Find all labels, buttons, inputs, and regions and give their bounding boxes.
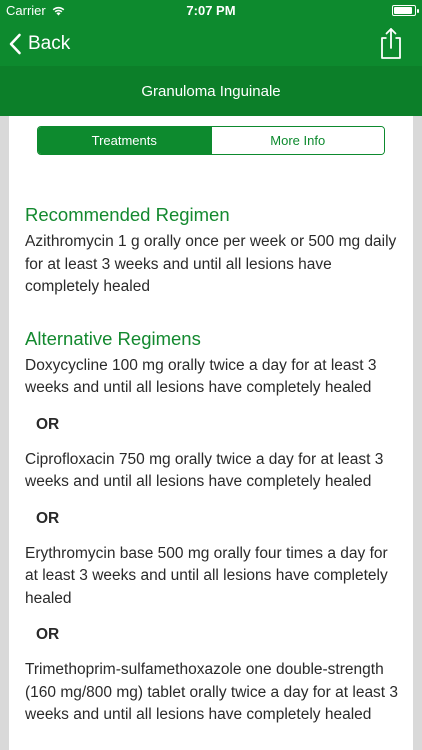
- share-button[interactable]: [376, 26, 406, 62]
- tab-treatments[interactable]: Treatments: [38, 127, 211, 154]
- right-gutter: [413, 116, 422, 750]
- treatment-text: Recommended Regimen Azithromycin 1 g ora…: [25, 204, 403, 727]
- battery-level: [394, 7, 412, 14]
- or-separator: OR: [36, 626, 60, 643]
- share-icon: [381, 28, 401, 59]
- alternative-regimen-4: Trimethoprim-sulfamethoxazole one double…: [25, 661, 399, 723]
- alternative-heading: Alternative Regimens: [25, 327, 201, 349]
- back-label: Back: [28, 33, 71, 54]
- chevron-left-icon: [9, 33, 21, 55]
- alternative-regimen-2: Ciprofloxacin 750 mg orally twice a day …: [25, 450, 384, 491]
- or-separator: OR: [36, 509, 60, 527]
- back-button[interactable]: Back: [8, 28, 70, 60]
- recommended-regimen: Azithromycin 1 g orally once per week or…: [25, 233, 397, 295]
- status-time: 7:07 PM: [186, 3, 236, 18]
- navigation-bar: Back: [0, 22, 422, 66]
- left-gutter: [0, 116, 9, 750]
- battery-icon: [392, 5, 419, 16]
- recommended-heading: Recommended Regimen: [25, 204, 230, 225]
- alternative-regimen-1: Doxycycline 100 mg orally twice a day fo…: [25, 356, 377, 397]
- page-title: Granuloma Inguinale: [0, 66, 422, 116]
- status-bar: Carrier 7:07 PM: [0, 0, 422, 22]
- tab-more-info[interactable]: More Info: [210, 127, 384, 154]
- content-panel[interactable]: Treatments More Info Recommended Regimen…: [9, 116, 413, 750]
- or-separator: OR: [36, 415, 60, 433]
- alternative-regimen-3: Erythromycin base 500 mg orally four tim…: [25, 544, 388, 607]
- tab-control: Treatments More Info: [37, 126, 385, 155]
